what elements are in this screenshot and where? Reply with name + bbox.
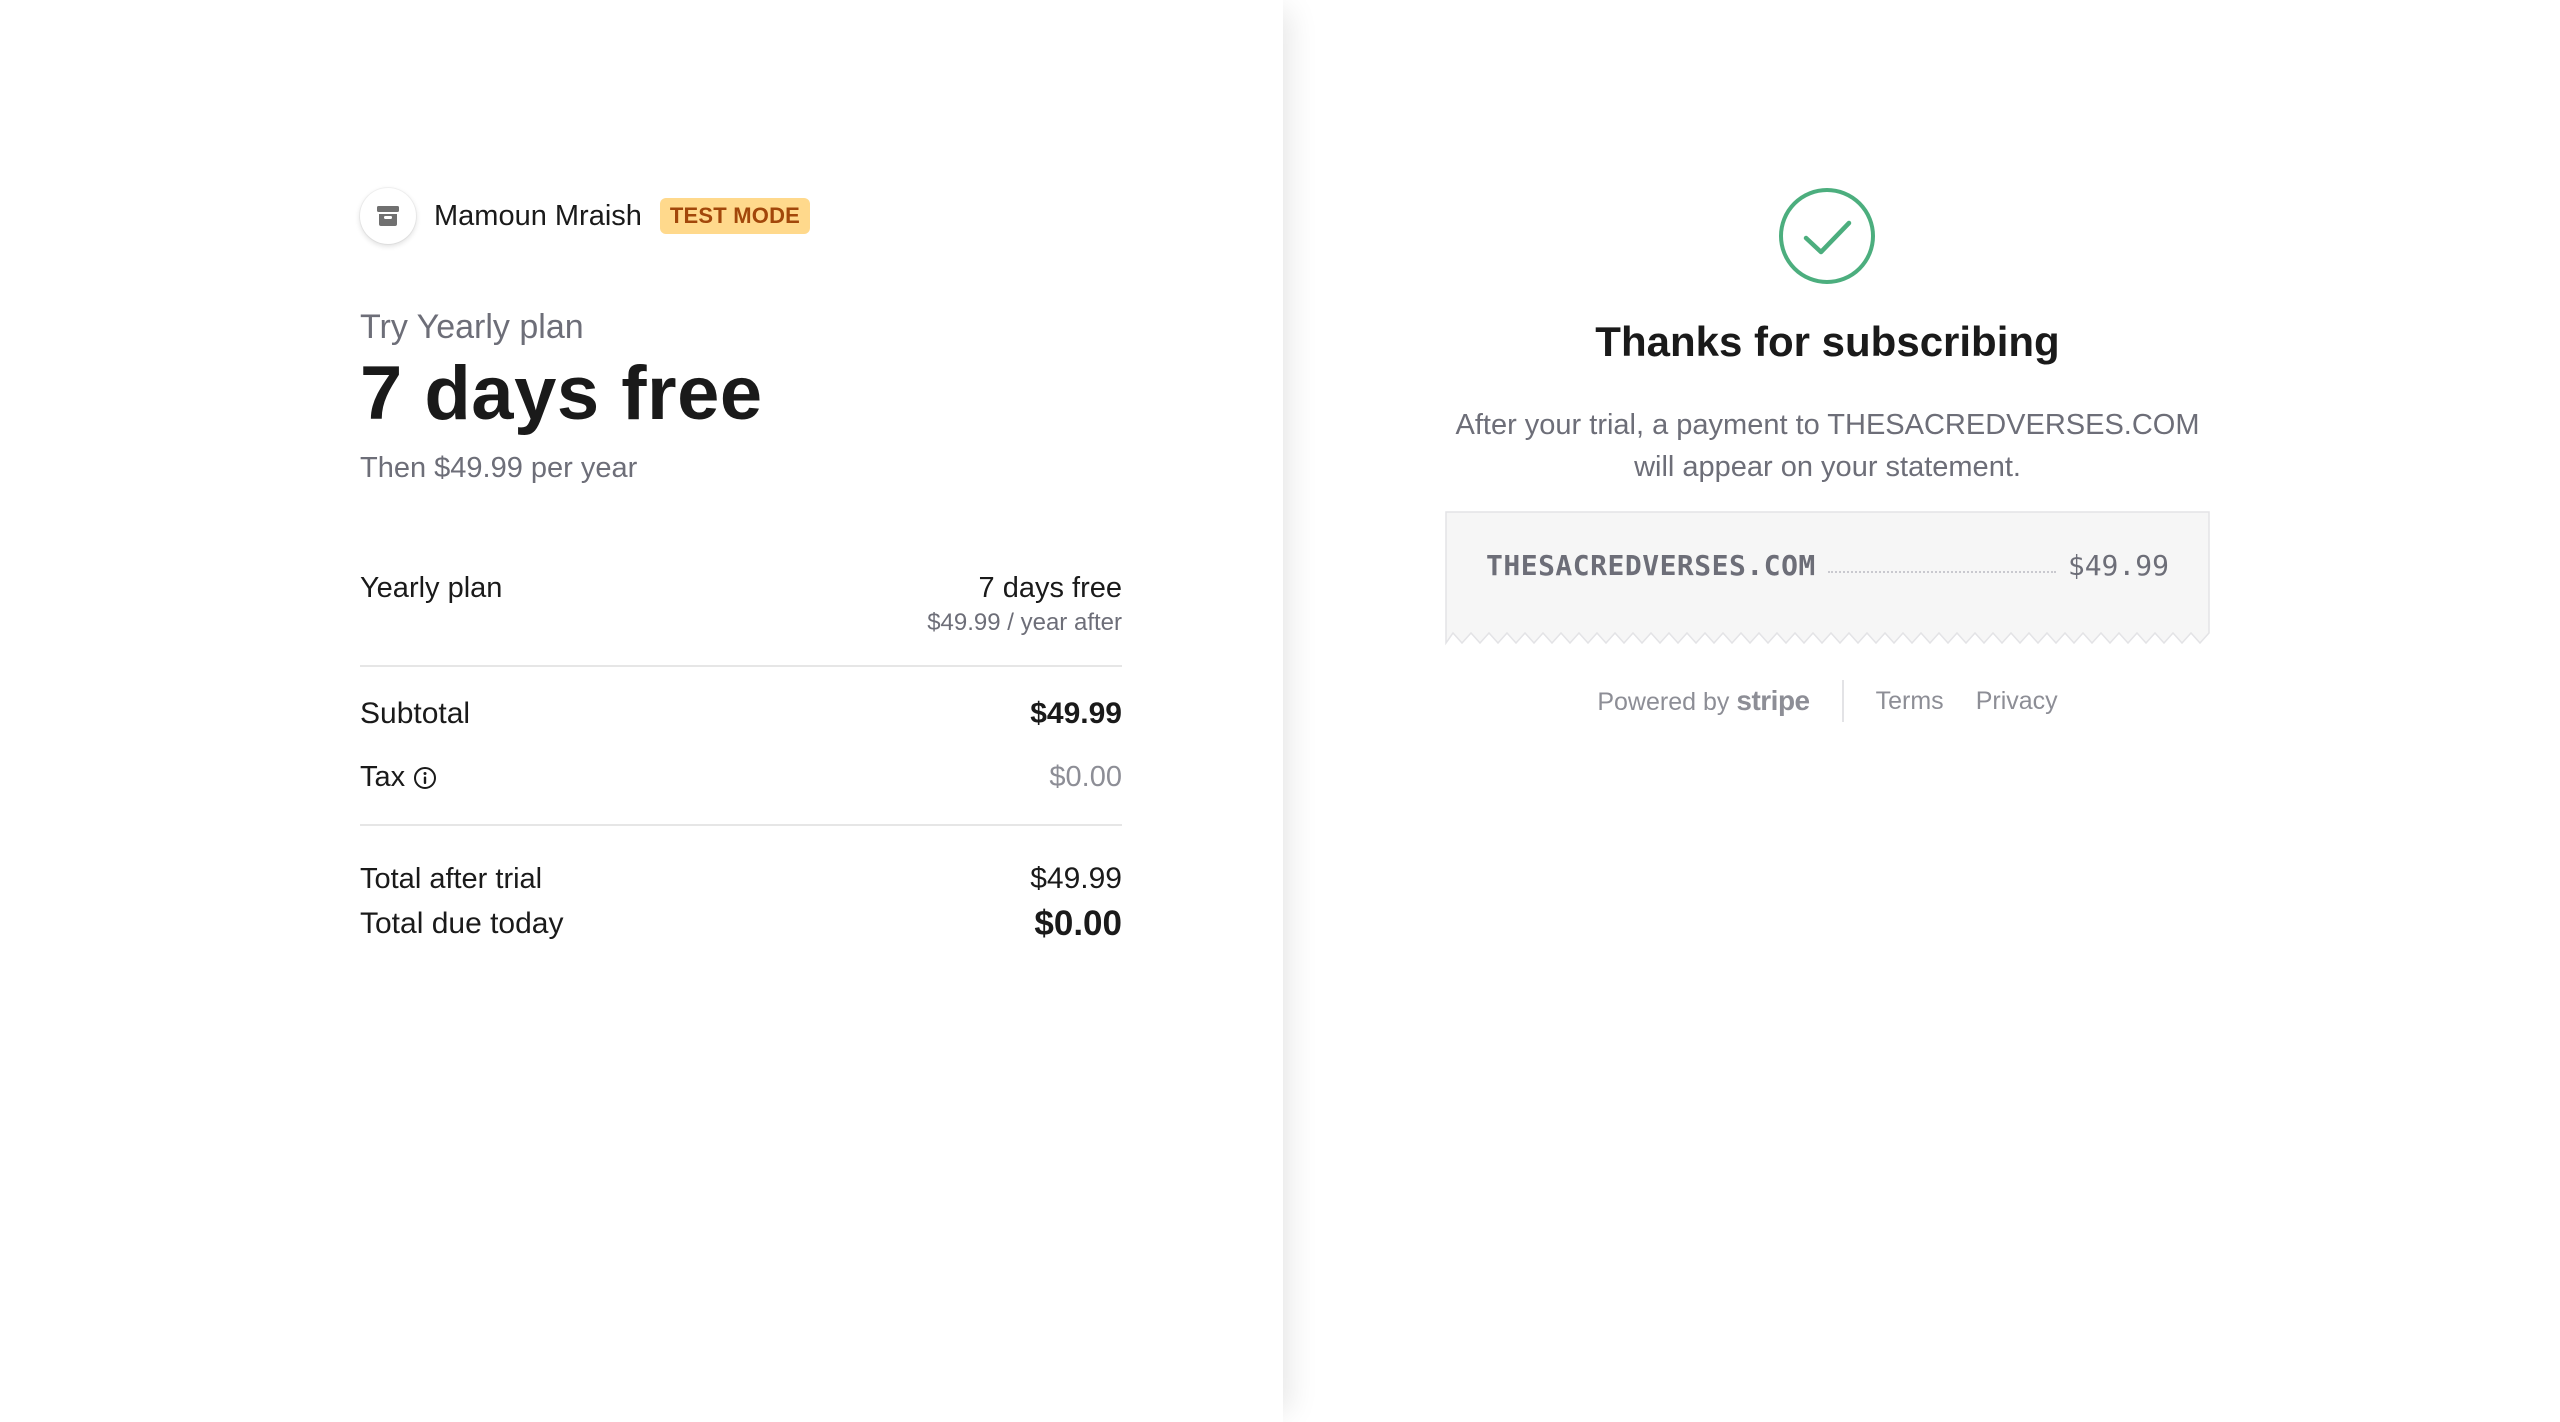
stripe-logo: stripe: [1736, 685, 1810, 716]
footer-divider: [1841, 680, 1844, 722]
line-item-name: Yearly plan: [360, 572, 503, 604]
merchant-header: Mamoun Mraish TEST MODE: [360, 186, 811, 246]
info-icon[interactable]: [413, 766, 437, 790]
divider: [360, 665, 1122, 667]
statement-preview: THESACREDVERSES.COM $49.99: [1445, 511, 2210, 646]
total-after-trial-label: Total after trial: [360, 863, 543, 895]
recurring-price-note: Then $49.99 per year: [360, 452, 638, 484]
tax-row: Tax $0.00: [360, 761, 1122, 794]
dotted-leader: [1827, 570, 2056, 573]
privacy-link[interactable]: Privacy: [1976, 687, 2058, 716]
confirmation-title: Thanks for subscribing: [1595, 318, 2060, 365]
line-items-summary: Yearly plan 7 days free $49.99 / year af…: [360, 572, 1122, 944]
statement-amount: $49.99: [2067, 549, 2169, 582]
statement-line: THESACREDVERSES.COM $49.99: [1486, 549, 2169, 582]
tax-value: $0.00: [1049, 761, 1122, 793]
tax-label-group: Tax: [360, 761, 437, 794]
tax-label: Tax: [360, 761, 406, 793]
total-due-today-row: Total due today $0.00: [360, 904, 1122, 944]
store-icon: [376, 205, 400, 227]
confirmation-message: After your trial, a payment to THESACRED…: [1455, 409, 2200, 483]
line-item: Yearly plan 7 days free $49.99 / year af…: [360, 572, 1122, 637]
line-item-pricing: 7 days free $49.99 / year after: [927, 572, 1122, 637]
footer: Powered by stripe Terms Privacy: [1283, 680, 2372, 722]
total-after-trial-value: $49.99: [1030, 862, 1122, 895]
merchant-name[interactable]: Mamoun Mraish: [434, 200, 642, 233]
order-summary-panel: Mamoun Mraish TEST MODE Try Yearly plan …: [0, 0, 1283, 1422]
check-circle-icon: [1778, 187, 1876, 285]
product-label: Try Yearly plan: [360, 308, 584, 346]
subtotal-row: Subtotal $49.99: [360, 697, 1122, 731]
line-item-sub-price: $49.99 / year after: [927, 609, 1122, 636]
confirmation-panel: Thanks for subscribing After your trial,…: [1283, 0, 2560, 1422]
subtotal-label: Subtotal: [360, 697, 471, 730]
trial-headline: 7 days free: [360, 351, 763, 436]
test-mode-badge: TEST MODE: [659, 198, 811, 234]
merchant-avatar[interactable]: [360, 188, 416, 244]
total-after-trial-row: Total after trial $49.99: [360, 862, 1122, 896]
total-due-today-label: Total due today: [360, 907, 564, 940]
line-item-price: 7 days free: [978, 572, 1122, 604]
statement-descriptor: THESACREDVERSES.COM: [1486, 549, 1816, 582]
powered-by-text: Powered by: [1597, 688, 1730, 716]
divider: [360, 824, 1122, 826]
total-due-today-value: $0.00: [1034, 904, 1122, 943]
terms-link[interactable]: Terms: [1876, 687, 1944, 716]
subtotal-value: $49.99: [1030, 697, 1122, 730]
powered-by-stripe-link[interactable]: Powered by stripe: [1597, 685, 1810, 717]
